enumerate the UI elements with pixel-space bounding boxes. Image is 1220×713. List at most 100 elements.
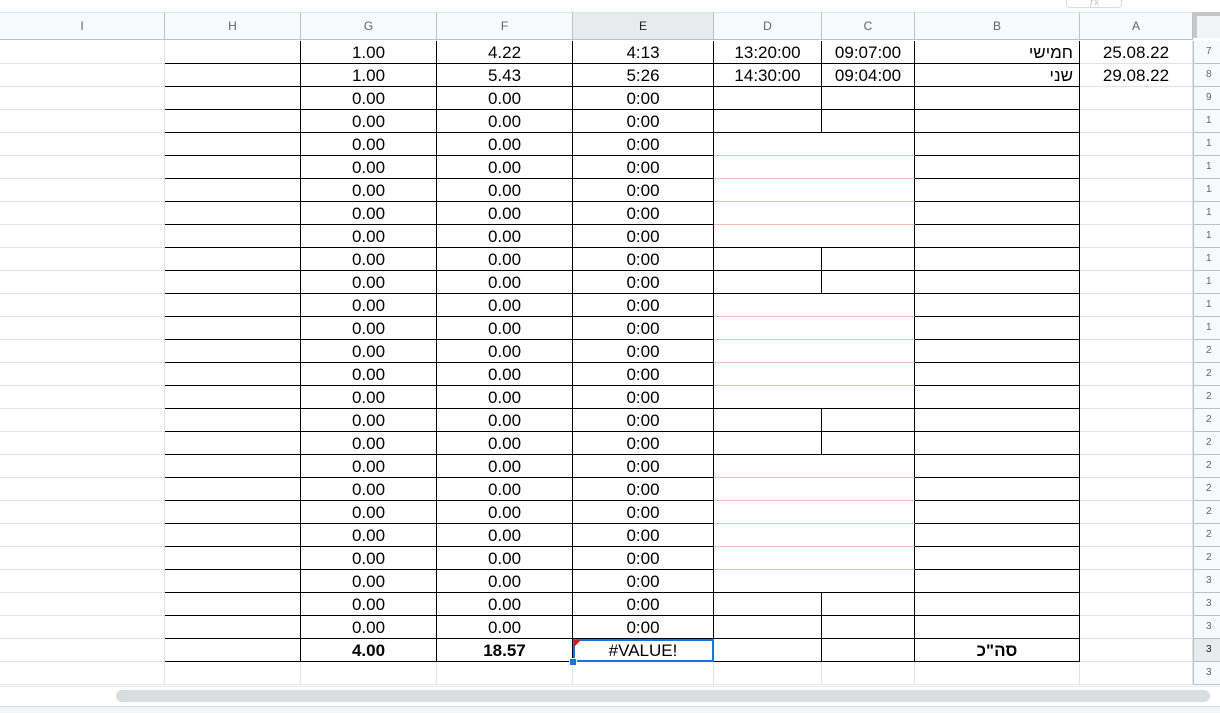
row-header[interactable]: 1 bbox=[1193, 110, 1220, 133]
cell-h[interactable] bbox=[165, 616, 301, 639]
cell-g[interactable]: 0.00 bbox=[301, 547, 437, 570]
cell-i[interactable] bbox=[0, 110, 165, 133]
cell-i[interactable] bbox=[0, 294, 165, 317]
cell-a[interactable] bbox=[1080, 156, 1193, 179]
cell-g[interactable]: 0.00 bbox=[301, 317, 437, 340]
cell-g[interactable]: 0.00 bbox=[301, 202, 437, 225]
cell-i[interactable] bbox=[0, 156, 165, 179]
cell-h[interactable] bbox=[165, 340, 301, 363]
cell-h[interactable] bbox=[165, 570, 301, 593]
cell-i[interactable] bbox=[0, 455, 165, 478]
row-header[interactable]: 1 bbox=[1193, 271, 1220, 294]
cell-merged-dc[interactable] bbox=[714, 179, 915, 202]
cell-i[interactable] bbox=[0, 179, 165, 202]
cell-b[interactable]: שני bbox=[915, 64, 1080, 87]
cell-a[interactable] bbox=[1080, 409, 1193, 432]
cell-g[interactable]: 0.00 bbox=[301, 225, 437, 248]
cell-a[interactable] bbox=[1080, 225, 1193, 248]
cell-f[interactable]: 4.22 bbox=[437, 41, 573, 64]
cell-h[interactable] bbox=[165, 179, 301, 202]
cell-h[interactable] bbox=[165, 386, 301, 409]
cell-merged-dc[interactable] bbox=[714, 133, 915, 156]
cell-i[interactable] bbox=[0, 593, 165, 616]
cell-g[interactable]: 0.00 bbox=[301, 87, 437, 110]
cell-h[interactable] bbox=[165, 478, 301, 501]
cell-merged-dc[interactable] bbox=[714, 156, 915, 179]
cell-c[interactable] bbox=[822, 271, 915, 294]
empty-cell-f[interactable] bbox=[437, 662, 573, 685]
cell-g[interactable]: 0.00 bbox=[301, 386, 437, 409]
cell-h[interactable] bbox=[165, 363, 301, 386]
cell-e[interactable]: 0:00 bbox=[573, 524, 714, 547]
cell-a[interactable] bbox=[1080, 386, 1193, 409]
cell-a[interactable] bbox=[1080, 110, 1193, 133]
cell-b[interactable] bbox=[915, 409, 1080, 432]
cell-b[interactable] bbox=[915, 271, 1080, 294]
cell-b[interactable] bbox=[915, 478, 1080, 501]
row-header[interactable]: 1 bbox=[1193, 317, 1220, 340]
cell-d[interactable] bbox=[714, 110, 822, 133]
row-header[interactable]: 2 bbox=[1193, 524, 1220, 547]
cell-f[interactable]: 0.00 bbox=[437, 248, 573, 271]
row-header[interactable]: 1 bbox=[1193, 156, 1220, 179]
cell-c[interactable] bbox=[822, 87, 915, 110]
cell-e[interactable]: 0:00 bbox=[573, 133, 714, 156]
cell-c[interactable]: 09:07:00 bbox=[822, 41, 915, 64]
row-header[interactable]: 2 bbox=[1193, 386, 1220, 409]
cell-b[interactable] bbox=[915, 156, 1080, 179]
cell-i[interactable] bbox=[0, 501, 165, 524]
freeze-handle[interactable] bbox=[1193, 12, 1220, 38]
cell-a[interactable]: 29.08.22 bbox=[1080, 64, 1193, 87]
empty-cell-h[interactable] bbox=[165, 662, 301, 685]
column-header-b[interactable]: B bbox=[915, 12, 1080, 40]
cell-c[interactable] bbox=[822, 432, 915, 455]
cell-h[interactable] bbox=[165, 524, 301, 547]
cell-f[interactable]: 0.00 bbox=[437, 616, 573, 639]
cell-h[interactable] bbox=[165, 87, 301, 110]
cell-a[interactable] bbox=[1080, 570, 1193, 593]
row-header[interactable]: 1 bbox=[1193, 225, 1220, 248]
total-label-b[interactable]: סה"כ bbox=[915, 639, 1080, 662]
cell-b[interactable] bbox=[915, 340, 1080, 363]
total-cell-d[interactable] bbox=[714, 639, 822, 662]
cell-f[interactable]: 0.00 bbox=[437, 593, 573, 616]
cell-g[interactable]: 0.00 bbox=[301, 248, 437, 271]
cell-f[interactable]: 0.00 bbox=[437, 156, 573, 179]
cell-g[interactable]: 0.00 bbox=[301, 156, 437, 179]
column-header-d[interactable]: D bbox=[714, 12, 822, 40]
cell-e[interactable]: 0:00 bbox=[573, 317, 714, 340]
cell-d[interactable] bbox=[714, 432, 822, 455]
empty-cell-e[interactable] bbox=[573, 662, 714, 685]
cell-e[interactable]: 0:00 bbox=[573, 179, 714, 202]
row-header[interactable]: 3 bbox=[1193, 639, 1220, 662]
cell-g[interactable]: 0.00 bbox=[301, 616, 437, 639]
cell-h[interactable] bbox=[165, 271, 301, 294]
cell-f[interactable]: 0.00 bbox=[437, 294, 573, 317]
empty-cell-c[interactable] bbox=[822, 662, 915, 685]
row-header[interactable]: 2 bbox=[1193, 340, 1220, 363]
cell-g[interactable]: 1.00 bbox=[301, 64, 437, 87]
cell-h[interactable] bbox=[165, 409, 301, 432]
empty-cell-i[interactable] bbox=[0, 662, 165, 685]
cell-f[interactable]: 0.00 bbox=[437, 110, 573, 133]
row-header[interactable]: 2 bbox=[1193, 501, 1220, 524]
cell-e[interactable]: 0:00 bbox=[573, 202, 714, 225]
cell-e[interactable]: 0:00 bbox=[573, 110, 714, 133]
row-header[interactable]: 8 bbox=[1193, 64, 1220, 87]
row-header[interactable]: 3 bbox=[1193, 593, 1220, 616]
cell-a[interactable] bbox=[1080, 593, 1193, 616]
cell-h[interactable] bbox=[165, 294, 301, 317]
cell-i[interactable] bbox=[0, 409, 165, 432]
cell-b[interactable] bbox=[915, 570, 1080, 593]
cell-b[interactable] bbox=[915, 294, 1080, 317]
cell-g[interactable]: 0.00 bbox=[301, 179, 437, 202]
cell-d[interactable]: 13:20:00 bbox=[714, 41, 822, 64]
cell-e[interactable]: 0:00 bbox=[573, 363, 714, 386]
cell-f[interactable]: 0.00 bbox=[437, 501, 573, 524]
cell-a[interactable] bbox=[1080, 547, 1193, 570]
cell-e[interactable]: 0:00 bbox=[573, 616, 714, 639]
cell-h[interactable] bbox=[165, 64, 301, 87]
cell-i[interactable] bbox=[0, 248, 165, 271]
cell-d[interactable] bbox=[714, 616, 822, 639]
cell-g[interactable]: 0.00 bbox=[301, 478, 437, 501]
